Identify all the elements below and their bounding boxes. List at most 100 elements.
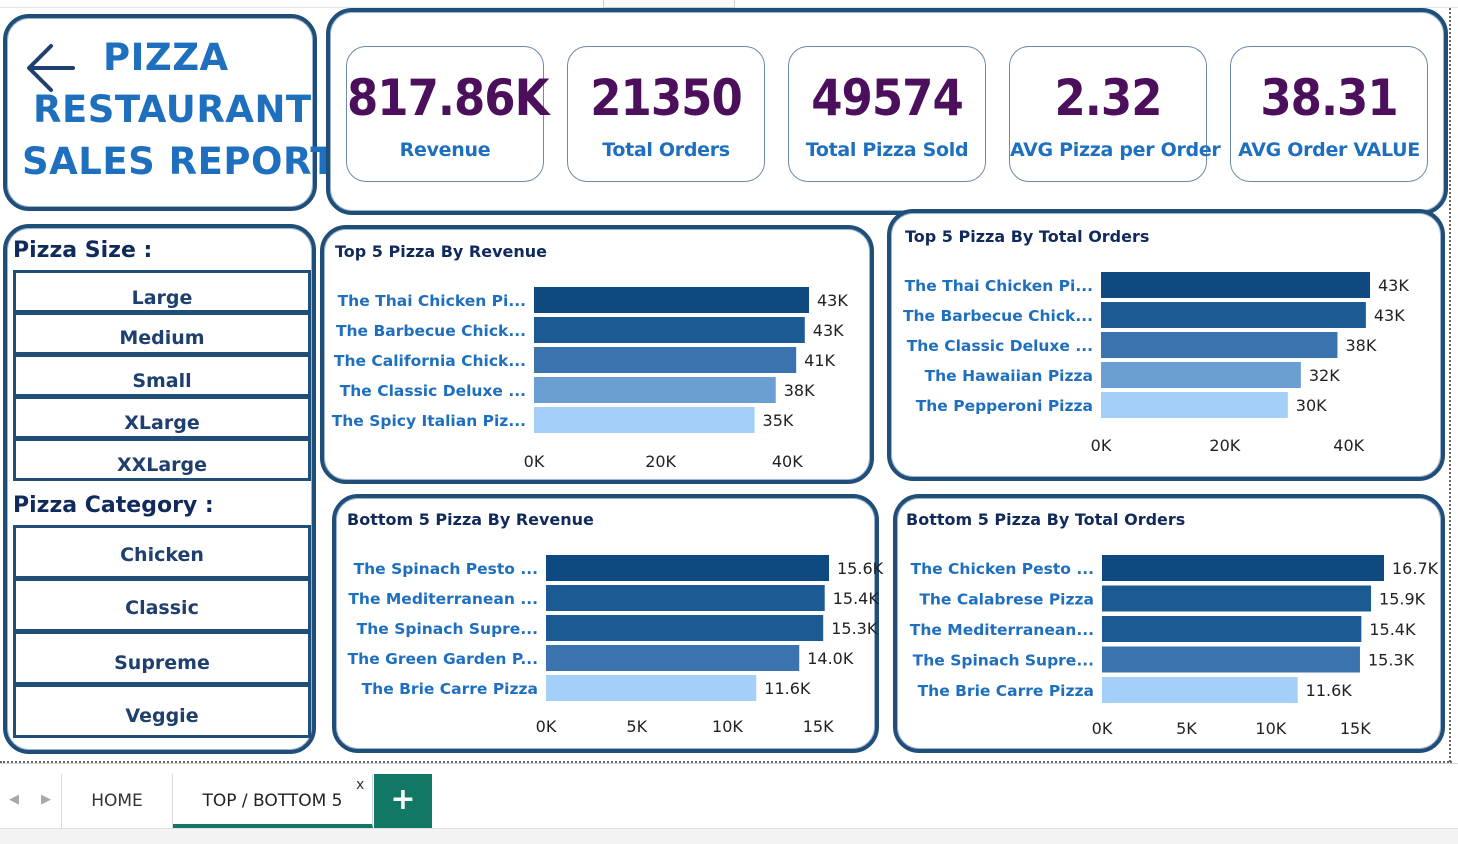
slicer-category-chicken[interactable]: Chicken <box>13 525 311 579</box>
category-label: The California Chick... <box>334 352 526 370</box>
kpi-label: AVG Order VALUE <box>1238 139 1420 161</box>
kpi-value: 49574 <box>811 69 964 127</box>
data-label: 38K <box>1345 336 1376 355</box>
sheet-tab-home[interactable]: HOME <box>61 774 173 828</box>
data-label: 15.3K <box>1368 651 1415 670</box>
close-tab-icon[interactable]: x <box>356 778 364 792</box>
chart-bar[interactable] <box>534 347 797 373</box>
report-canvas: PIZZA RESTAURANT SALES REPORT 817.86K Re… <box>0 0 1458 844</box>
data-label: 14.0K <box>807 649 854 668</box>
report-title-line-2: RESTAURANT <box>33 88 312 131</box>
scroll-left-icon[interactable]: ◀ <box>6 792 22 808</box>
category-label: The Mediterranean... <box>910 621 1094 639</box>
chart-bar[interactable] <box>1101 302 1366 328</box>
sheet-tab-top-bottom-5[interactable]: TOP / BOTTOM 5 <box>173 774 373 828</box>
chart-bar[interactable] <box>546 585 825 611</box>
chart-bar[interactable] <box>1102 646 1360 673</box>
data-label: 38K <box>784 381 815 400</box>
chart-bottom5-revenue: Bottom 5 Pizza By Revenue The Spinach Pe… <box>332 494 884 753</box>
x-tick-label: 40K <box>772 452 803 471</box>
kpi-card-total-pizza-sold: 49574 Total Pizza Sold <box>788 46 986 182</box>
chart-top5-orders: Top 5 Pizza By Total Orders The Thai Chi… <box>887 209 1445 481</box>
slicer-size-large[interactable]: Large <box>13 270 311 313</box>
chart-bar[interactable] <box>534 407 755 433</box>
status-strip <box>0 828 1458 844</box>
chart-bar[interactable] <box>546 645 800 671</box>
kpi-panel: 817.86K Revenue 21350 Total Orders 49574… <box>326 8 1448 215</box>
chart-bar[interactable] <box>1102 616 1362 642</box>
kpi-label: Revenue <box>399 139 491 161</box>
data-label: 43K <box>1374 306 1405 325</box>
category-label: The Calabrese Pizza <box>919 591 1094 609</box>
report-title-line-3: SALES REPORT <box>22 140 337 183</box>
title-panel: PIZZA RESTAURANT SALES REPORT <box>3 14 336 211</box>
slicer-panel: Pizza Size : Large Medium Small XLarge X… <box>3 224 316 754</box>
category-label: The Thai Chicken Pi... <box>338 292 526 310</box>
x-tick-label: 0K <box>1092 719 1113 738</box>
slicer-size-medium[interactable]: Medium <box>13 312 311 355</box>
data-label: 35K <box>763 411 794 430</box>
chart-bar[interactable] <box>534 377 776 403</box>
slicer-category-supreme[interactable]: Supreme <box>13 631 311 685</box>
chart-bar[interactable] <box>546 555 829 581</box>
add-sheet-button[interactable]: + <box>374 774 432 828</box>
chart-bar[interactable] <box>1101 362 1301 388</box>
chart-bar[interactable] <box>1102 555 1384 581</box>
slicer-category-veggie[interactable]: Veggie <box>13 684 311 738</box>
x-tick-label: 0K <box>536 717 557 736</box>
category-label: The Green Garden P... <box>348 650 538 668</box>
chart-plot-area: The Spinach Pesto ... 15.6K The Mediterran… <box>348 555 884 736</box>
slicer-category-classic[interactable]: Classic <box>13 578 311 632</box>
kpi-card-total-orders: 21350 Total Orders <box>567 46 765 182</box>
kpi-label: AVG Pizza per Order <box>1010 139 1221 161</box>
data-label: 15.3K <box>831 619 878 638</box>
x-tick-label: 10K <box>712 717 743 736</box>
report-title-line-1: PIZZA <box>103 36 229 79</box>
chart-plot-area: The Thai Chicken Pi... 43K The Barbecue Ch… <box>332 287 848 471</box>
category-label: The Barbecue Chick... <box>336 322 526 340</box>
chart-bar[interactable] <box>1102 585 1372 612</box>
chart-bar[interactable] <box>546 615 824 641</box>
kpi-card-revenue: 817.86K Revenue <box>346 46 549 182</box>
chart-plot-area: The Chicken Pesto ... 16.7K The Calabrese … <box>910 555 1439 738</box>
slicer-size-xlarge[interactable]: XLarge <box>13 396 311 439</box>
data-label: 43K <box>1378 276 1409 295</box>
x-tick-label: 0K <box>524 452 545 471</box>
pizza-size-slicer-title: Pizza Size : <box>13 238 153 263</box>
chart-bar[interactable] <box>1101 332 1338 358</box>
chart-bar[interactable] <box>534 317 805 343</box>
x-tick-label: 15K <box>803 717 834 736</box>
category-label: The Spinach Supre... <box>913 652 1094 670</box>
data-label: 15.4K <box>1369 620 1416 639</box>
kpi-value: 38.31 <box>1260 69 1398 127</box>
chart-top5-revenue: Top 5 Pizza By Revenue The Thai Chicken … <box>320 225 874 484</box>
category-label: The Barbecue Chick... <box>903 307 1093 325</box>
slicer-size-xxlarge[interactable]: XXLarge <box>13 438 311 481</box>
x-tick-label: 20K <box>1209 436 1240 455</box>
chart-bar[interactable] <box>1101 392 1288 418</box>
chart-bar[interactable] <box>1101 272 1370 298</box>
data-label: 30K <box>1296 396 1327 415</box>
data-label: 15.4K <box>833 589 880 608</box>
category-label: The Classic Deluxe ... <box>907 337 1093 355</box>
category-label: The Spinach Pesto ... <box>354 560 538 578</box>
chart-bar[interactable] <box>1102 677 1298 703</box>
chart-bar[interactable] <box>546 675 757 701</box>
slicer-size-small[interactable]: Small <box>13 354 311 397</box>
kpi-label: Total Orders <box>602 139 730 161</box>
x-tick-label: 0K <box>1091 436 1112 455</box>
data-label: 15.6K <box>837 559 884 578</box>
data-label: 11.6K <box>1306 681 1353 700</box>
chart-bar[interactable] <box>534 287 809 313</box>
data-label: 15.9K <box>1379 590 1426 609</box>
category-label: The Brie Carre Pizza <box>362 680 538 698</box>
kpi-label: Total Pizza Sold <box>805 139 969 161</box>
kpi-value: 2.32 <box>1054 69 1163 127</box>
page-boundary-right <box>1449 8 1451 762</box>
category-label: The Spinach Supre... <box>357 620 538 638</box>
x-tick-label: 10K <box>1255 719 1286 738</box>
scroll-right-icon[interactable]: ▶ <box>38 792 54 808</box>
kpi-value: 817.86K <box>347 69 549 127</box>
x-tick-label: 5K <box>626 717 647 736</box>
sheet-tab-bar: ◀ ▶ HOME TOP / BOTTOM 5 x + <box>0 763 1458 844</box>
